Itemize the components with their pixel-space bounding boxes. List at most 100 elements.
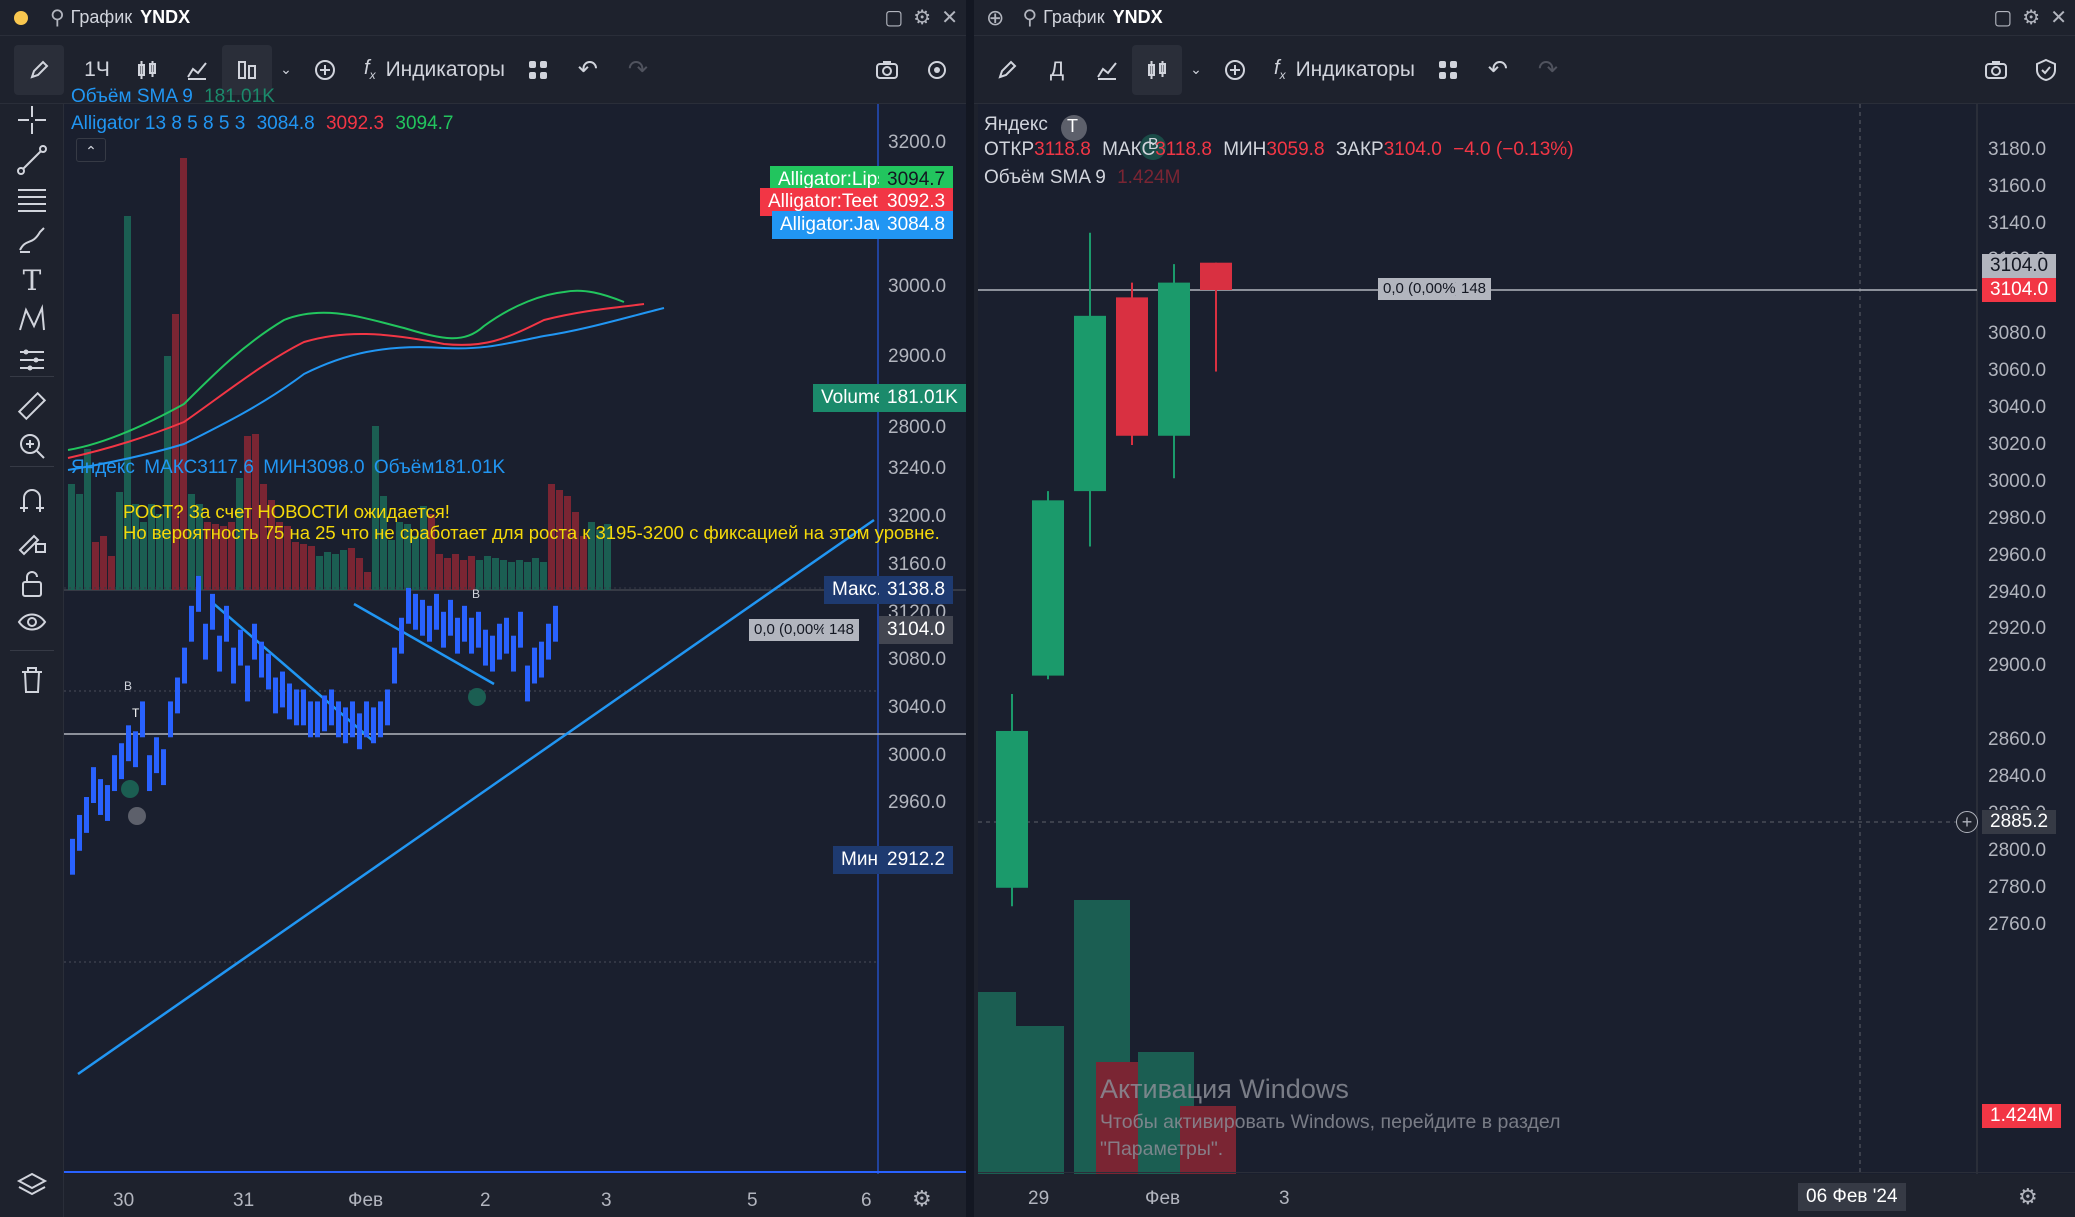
price-bar <box>91 767 96 803</box>
interval-button[interactable]: Д <box>1032 45 1082 95</box>
right-chart-canvas <box>978 104 1978 1174</box>
price-label: 3020.0 <box>1988 433 2047 455</box>
right-toolbar: Д ⌄ fx Индикаторы ↶ ↷ <box>974 36 2075 104</box>
plus-circle-icon <box>1225 59 1245 80</box>
add-alert-icon[interactable]: + <box>1956 811 1978 833</box>
left-chart-area[interactable]: B T B Объём SMA 9 181.01K Alligator 13 8… <box>64 86 966 1211</box>
price-label: 2760.0 <box>1988 913 2047 935</box>
indicators-button[interactable]: fx Индикаторы <box>356 45 513 95</box>
window-dot-icon[interactable] <box>14 10 28 25</box>
axis-settings-icon[interactable]: ⚙ <box>912 1186 932 1212</box>
alert-settings-icon[interactable] <box>912 45 962 95</box>
jaw-value-tag: 3084.8 <box>879 211 954 239</box>
marker-t[interactable]: T <box>1067 116 1078 137</box>
layouts-button[interactable] <box>513 45 563 95</box>
eye-icon[interactable] <box>8 600 56 648</box>
settings-icon[interactable]: ⚙ <box>913 5 931 30</box>
price-bar <box>364 701 369 738</box>
chevron-down-icon[interactable]: ⌄ <box>1182 45 1210 95</box>
alligator-legend[interactable]: Alligator 13 8 5 8 5 3 3084.8 3092.3 309… <box>71 113 454 135</box>
undo-button[interactable]: ↶ <box>563 45 613 95</box>
volume-tag: 1.424M <box>1982 1104 2062 1128</box>
candle-body <box>1116 297 1148 436</box>
jaw-name-tag: Alligator:Jaw <box>772 211 896 239</box>
price-bar <box>189 605 194 642</box>
grid-icon <box>1438 60 1457 79</box>
ruler-value[interactable]: 0,0 (0,00%) <box>1378 278 1466 300</box>
ohlc-legend[interactable]: ОТКР3118.8 МАКС3118.8 МИН3059.8 ЗАКР3104… <box>984 139 1574 161</box>
price-bar <box>259 641 264 678</box>
price-bar <box>238 629 243 666</box>
draw-pencil-button[interactable] <box>982 45 1032 95</box>
time-highlight-tag: 06 Фев '24 <box>1798 1183 1906 1211</box>
maximize-icon[interactable]: ▢ <box>884 5 903 30</box>
shield-check-icon[interactable] <box>2021 45 2071 95</box>
redo-button[interactable]: ↷ <box>613 45 663 95</box>
draw-pencil-button[interactable] <box>14 44 64 95</box>
time-label: Фев <box>1145 1188 1181 1209</box>
undo-button[interactable]: ↶ <box>1473 45 1523 95</box>
maximize-icon[interactable]: ▢ <box>1993 5 2012 30</box>
symbol-legend[interactable]: Яндекс МАКС3117.6 МИН3098.0 Объём181.01K <box>71 457 505 479</box>
trash-icon[interactable] <box>8 656 56 704</box>
annotation-text[interactable]: РОСТ? За счет НОВОСТИ ожидается! Но веро… <box>123 501 940 543</box>
ruler-count[interactable]: 148 <box>1456 278 1492 300</box>
zoom-in-icon[interactable] <box>8 422 56 470</box>
right-volume-legend[interactable]: Объём SMA 9 1.424M <box>984 167 1180 189</box>
marker-b2[interactable]: B <box>472 587 480 601</box>
collapse-legend-button[interactable]: ⌃ <box>76 138 106 162</box>
search-icon[interactable]: ⚲ <box>1022 5 1037 30</box>
price-bar <box>525 665 530 702</box>
right-symbol-legend[interactable]: Яндекс <box>984 114 1048 136</box>
price-bar <box>322 695 327 732</box>
close-icon[interactable]: ✕ <box>941 5 958 30</box>
time-label: 30 <box>113 1190 135 1211</box>
price-bar <box>245 665 250 702</box>
right-time-axis[interactable]: 29 Фев 3 06 Фев '24 ⚙ <box>978 1172 2075 1217</box>
area-chart-icon <box>187 61 207 80</box>
add-compare-button[interactable] <box>1210 45 1260 95</box>
time-axis[interactable]: 30 31 Фев 2 3 5 6 ⚙ <box>64 1176 966 1217</box>
min-value-tag: 2912.2 <box>879 846 954 874</box>
ruler-count[interactable]: 148 <box>824 619 860 641</box>
marker-b[interactable]: B <box>124 679 132 693</box>
price-bar <box>329 689 334 726</box>
price-label: 2800.0 <box>1988 839 2047 861</box>
layouts-button[interactable] <box>1423 45 1473 95</box>
price-label: 2840.0 <box>1988 766 2047 788</box>
symbol-name[interactable]: YNDX <box>140 7 190 28</box>
camera-icon[interactable] <box>862 45 912 95</box>
candles-type-button[interactable] <box>1132 44 1182 95</box>
indicators-button[interactable]: fx Индикаторы <box>1266 45 1423 95</box>
camera-icon[interactable] <box>1971 45 2021 95</box>
volume-legend[interactable]: Объём SMA 9 181.01K <box>71 86 275 108</box>
price-label: 3080.0 <box>1988 323 2047 345</box>
add-window-icon[interactable]: ⊕ <box>986 5 1004 31</box>
price-bar <box>385 689 390 726</box>
search-icon[interactable]: ⚲ <box>50 5 65 30</box>
lock-drawing-icon[interactable] <box>8 516 56 564</box>
marker-t[interactable]: T <box>132 706 139 720</box>
price-bar <box>490 635 495 672</box>
candle-body <box>1032 500 1064 676</box>
axis-settings-icon[interactable]: ⚙ <box>2018 1184 2038 1210</box>
time-label: 29 <box>1028 1188 1050 1209</box>
add-compare-button[interactable] <box>300 45 350 95</box>
price-bar <box>231 647 236 684</box>
close-icon[interactable]: ✕ <box>2050 5 2067 30</box>
area-chart-button[interactable] <box>1082 45 1132 95</box>
time-label: 2 <box>480 1190 491 1211</box>
price-bar <box>336 701 341 738</box>
price-bar <box>350 701 355 738</box>
redo-button[interactable]: ↷ <box>1523 45 1573 95</box>
layers-icon[interactable] <box>8 1162 56 1210</box>
fx-icon: fx <box>1274 57 1286 82</box>
price-bar <box>546 623 551 660</box>
settings-icon[interactable]: ⚙ <box>2022 5 2040 30</box>
right-chart-area[interactable]: Яндекс T B ОТКР3118.8 МАКС3118.8 МИН3059… <box>978 104 2075 1211</box>
chevron-down-icon[interactable]: ⌄ <box>272 45 300 95</box>
price-bar <box>266 653 271 690</box>
symbol-name[interactable]: YNDX <box>1113 7 1163 28</box>
window-separator[interactable] <box>966 0 974 1217</box>
top-price-label: 2900.0 <box>888 346 947 367</box>
